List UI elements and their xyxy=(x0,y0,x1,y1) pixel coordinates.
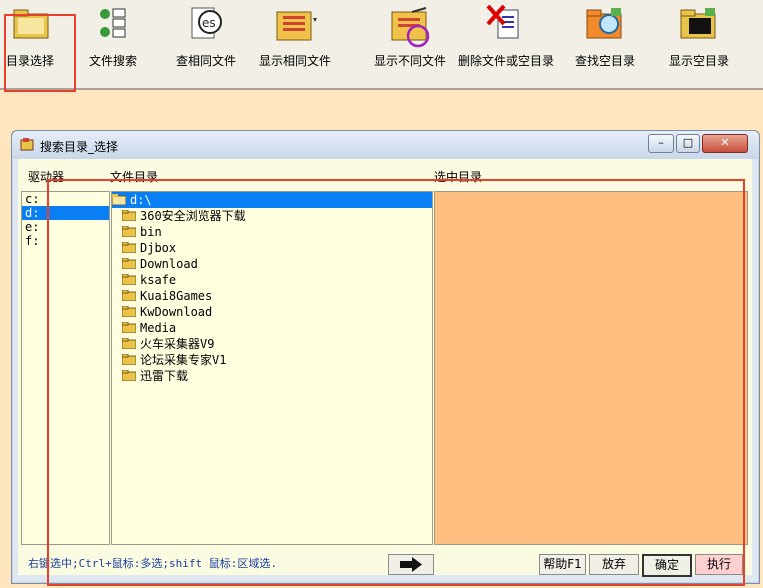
show-empty-dir-button[interactable]: 显示空目录 xyxy=(662,0,736,80)
show-empty-dir-label: 显示空目录 xyxy=(668,54,729,68)
show-same-file-button[interactable]: 显示相同文件 xyxy=(255,0,335,80)
find-same-file-icon: es xyxy=(184,4,228,44)
file-search-label: 文件搜索 xyxy=(88,54,137,68)
minimize-button[interactable]: – xyxy=(648,134,674,153)
show-diff-file-label: 显示不同文件 xyxy=(373,54,446,68)
show-diff-file-icon xyxy=(388,4,432,48)
find-empty-dir-icon xyxy=(583,4,627,44)
delete-file-button[interactable]: 删除文件或空目录 xyxy=(455,0,557,80)
svg-text:es: es xyxy=(202,16,216,30)
find-same-file-button[interactable]: es 查相同文件 xyxy=(170,0,242,80)
app-icon xyxy=(20,137,34,151)
show-empty-dir-icon xyxy=(677,4,721,44)
file-search-button[interactable]: 文件搜索 xyxy=(82,0,144,80)
show-diff-file-button[interactable]: 显示不同文件 xyxy=(370,0,450,80)
window-titlebar[interactable]: 搜索目录_选择 – □ ✕ xyxy=(12,131,759,159)
find-empty-dir-button[interactable]: 查找空目录 xyxy=(570,0,640,80)
panes-highlight xyxy=(47,179,745,586)
find-same-file-label: 查相同文件 xyxy=(175,54,236,68)
file-search-icon xyxy=(91,4,135,44)
delete-file-label: 删除文件或空目录 xyxy=(457,54,554,68)
folder-select-highlight xyxy=(4,14,76,92)
show-same-file-icon xyxy=(273,4,317,44)
main-toolbar: 目录选择 文件搜索 es 查相同文件 显示相同文件 显示不同文件 删除文件或空目… xyxy=(0,0,763,90)
find-empty-dir-label: 查找空目录 xyxy=(574,54,635,68)
show-same-file-label: 显示相同文件 xyxy=(258,54,331,68)
maximize-button[interactable]: □ xyxy=(676,134,700,153)
close-button[interactable]: ✕ xyxy=(702,134,748,153)
delete-file-icon xyxy=(484,4,528,44)
window-title: 搜索目录_选择 xyxy=(40,140,119,154)
